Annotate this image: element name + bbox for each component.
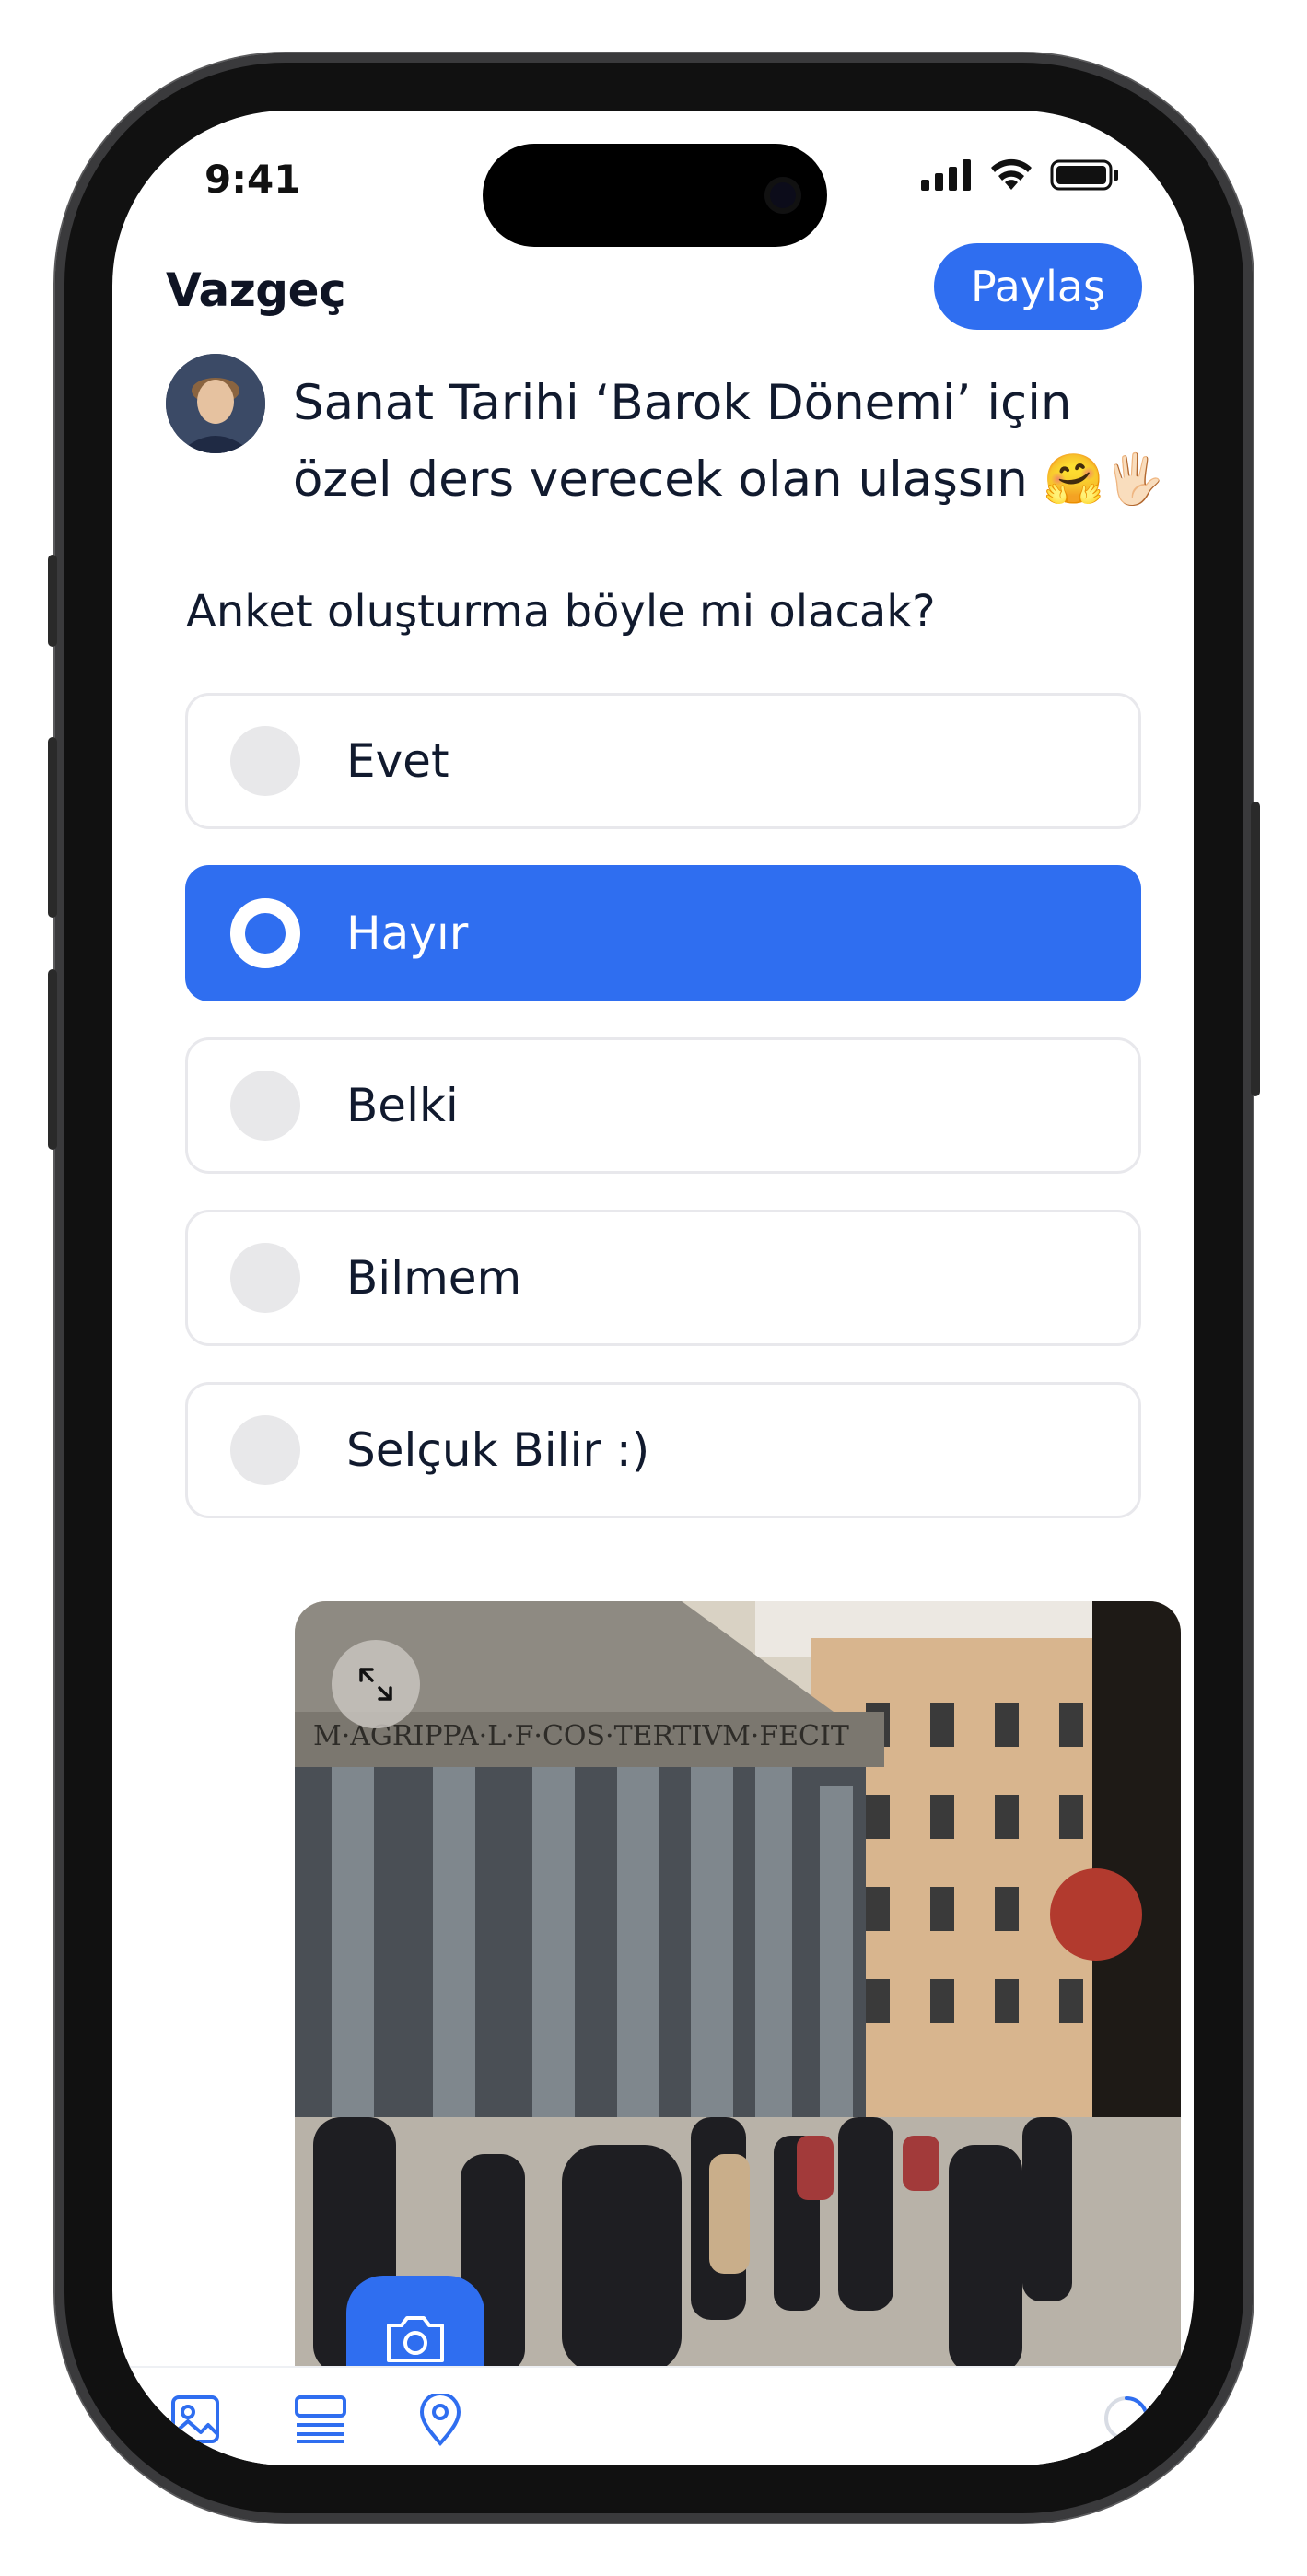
poll-option-hayir[interactable]: Hayır [185,865,1141,1001]
camera-icon [387,2316,444,2362]
loading-spinner-icon [1104,2396,1149,2441]
poll-option-label: Bilmem [346,1251,522,1305]
poll-option-bilmem[interactable]: Bilmem [185,1210,1141,1346]
poll-option-selcuk-bilir[interactable]: Selçuk Bilir :) [185,1382,1141,1518]
poll-option-label: Selçuk Bilir :) [346,1423,650,1477]
poll-option-label: Evet [346,734,449,788]
avatar [166,354,265,453]
volume-up-button [48,737,57,918]
pantheon-photo: M·AGRIPPA·L·F·COS·TERTIVM·FECIT [295,1601,1181,2373]
screen: 9:41 Vazgeç Paylaş Sanat Tarihi ‘Barok D… [112,111,1194,2465]
dynamic-island [483,144,827,247]
camera-lens-icon [764,177,801,214]
radio-button-selected[interactable] [230,898,300,968]
battery-icon [1050,159,1118,191]
radio-button[interactable] [230,1071,300,1141]
signal-icon [921,159,971,191]
poll-option-belki[interactable]: Belki [185,1037,1141,1174]
poll-option-label: Belki [346,1079,459,1132]
post-text[interactable]: Sanat Tarihi ‘Barok Dönemi’ için özel de… [293,365,1177,518]
status-time: 9:41 [204,157,301,202]
power-button [1251,802,1260,1096]
avatar-image [166,354,265,453]
photo-inscription: M·AGRIPPA·L·F·COS·TERTIVM·FECIT [313,1720,849,1752]
wifi-icon [991,158,1032,190]
poll-option-label: Hayır [346,907,469,960]
attached-photo[interactable]: M·AGRIPPA·L·F·COS·TERTIVM·FECIT [295,1601,1181,2373]
radio-button[interactable] [230,1415,300,1485]
image-icon[interactable] [169,2394,221,2445]
expand-icon [359,1668,392,1701]
expand-photo-button[interactable] [332,1640,420,1728]
volume-down-button [48,969,57,1150]
share-button[interactable]: Paylaş [934,243,1142,330]
location-icon[interactable] [416,2394,464,2447]
cancel-button[interactable]: Vazgeç [166,263,346,317]
status-icons [921,158,1120,192]
list-icon[interactable] [293,2394,348,2445]
mute-switch [48,555,57,647]
radio-button[interactable] [230,726,300,796]
poll-question: Anket oluşturma böyle mi olacak? [186,586,936,638]
bottom-toolbar [112,2366,1194,2465]
radio-button[interactable] [230,1243,300,1313]
poll-option-evet[interactable]: Evet [185,693,1141,829]
